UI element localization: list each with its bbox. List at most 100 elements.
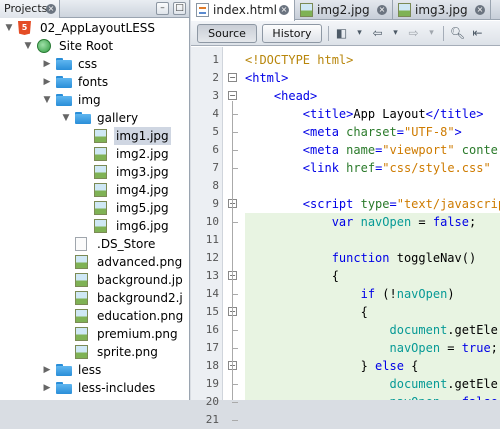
tab-img2-jpg[interactable]: img2.jpg × bbox=[295, 0, 393, 20]
collapsed-arrow-icon[interactable]: ▶ bbox=[42, 73, 52, 91]
code-token: } bbox=[245, 359, 376, 373]
code-token: = bbox=[396, 125, 404, 139]
tab-img3-jpg[interactable]: img3.jpg × bbox=[393, 0, 491, 20]
code-token: </title> bbox=[425, 107, 484, 121]
back-icon[interactable]: ⇦ bbox=[369, 25, 386, 42]
code-line: { bbox=[245, 303, 368, 321]
close-icon[interactable]: × bbox=[475, 5, 485, 15]
tree-item[interactable]: img4.jpg bbox=[0, 181, 189, 199]
tree-item[interactable]: ▶ less-includes bbox=[0, 379, 189, 397]
code-token: = bbox=[411, 215, 433, 229]
tab-index-html[interactable]: index.html × bbox=[191, 0, 295, 21]
line-number: 14 bbox=[205, 287, 219, 300]
line-number: 4 bbox=[212, 107, 219, 120]
search-icon[interactable]: 🔍︎ bbox=[449, 25, 466, 42]
image-file-icon bbox=[75, 273, 91, 287]
projects-tab[interactable]: Projects × bbox=[0, 0, 60, 18]
tree-item[interactable]: education.png bbox=[0, 307, 189, 325]
collapsed-arrow-icon[interactable]: ▶ bbox=[42, 55, 52, 73]
tree-item[interactable]: background2.j bbox=[0, 289, 189, 307]
expanded-arrow-icon[interactable]: ▼ bbox=[61, 109, 71, 127]
code-token: navOpen bbox=[360, 215, 412, 229]
close-icon[interactable]: × bbox=[46, 4, 56, 14]
code-token: toggleNav() bbox=[396, 251, 477, 265]
fold-toggle-icon[interactable]: − bbox=[228, 91, 237, 100]
folder-icon bbox=[56, 381, 72, 395]
tree-item[interactable]: img3.jpg bbox=[0, 163, 189, 181]
code-token: = bbox=[440, 395, 462, 400]
code-token: navOpen bbox=[389, 341, 441, 355]
forward-icon[interactable]: ⇨ bbox=[405, 25, 422, 42]
tree-item-label: .DS_Store bbox=[97, 237, 156, 251]
folder-icon bbox=[56, 363, 72, 377]
tree-item[interactable]: premium.png bbox=[0, 325, 189, 343]
tree-item[interactable]: advanced.png bbox=[0, 253, 189, 271]
image-file-icon bbox=[75, 327, 91, 341]
tree-item[interactable]: ▼ gallery bbox=[0, 109, 189, 127]
tree-item[interactable]: ▶ css bbox=[0, 55, 189, 73]
image-file-icon bbox=[75, 309, 91, 323]
chevron-down-icon[interactable]: ▾ bbox=[423, 25, 440, 42]
image-file-icon bbox=[398, 3, 411, 17]
maximize-icon[interactable]: □ bbox=[173, 2, 186, 15]
code-token: { bbox=[245, 269, 339, 283]
tree-item-label: education.png bbox=[97, 309, 184, 323]
tab-label: img3.jpg bbox=[415, 3, 468, 17]
tree-item[interactable]: ▼ Site Root bbox=[0, 37, 189, 55]
history-button[interactable]: History bbox=[262, 24, 322, 43]
source-button[interactable]: Source bbox=[197, 24, 257, 43]
projects-tab-label: Projects bbox=[4, 2, 48, 15]
code-token: > bbox=[454, 125, 462, 139]
line-number: 7 bbox=[212, 161, 219, 174]
code-token: true bbox=[461, 341, 491, 355]
tree-item[interactable]: img2.jpg bbox=[0, 145, 189, 163]
tree-item[interactable]: .DS_Store bbox=[0, 235, 189, 253]
tree-item[interactable]: background.jp bbox=[0, 271, 189, 289]
tree-item[interactable]: ▼ 5 02_AppLayoutLESS bbox=[0, 19, 189, 37]
collapsed-arrow-icon[interactable]: ▶ bbox=[42, 379, 52, 397]
expanded-arrow-icon[interactable]: ▼ bbox=[23, 37, 33, 55]
code-token: <meta bbox=[302, 143, 347, 157]
code-line: <!DOCTYPE html> bbox=[245, 51, 353, 69]
tree-item-label: background.jp bbox=[97, 273, 183, 287]
fold-toggle-icon[interactable]: − bbox=[228, 73, 237, 82]
close-icon[interactable]: × bbox=[377, 5, 387, 15]
line-number: 9 bbox=[212, 197, 219, 210]
tree-item[interactable]: ▶ less bbox=[0, 361, 189, 379]
code-line: <script type="text/javascrip bbox=[245, 195, 500, 213]
tab-label: img2.jpg bbox=[317, 3, 370, 17]
expanded-arrow-icon[interactable]: ▼ bbox=[42, 91, 52, 109]
tree-item-label: premium.png bbox=[97, 327, 178, 341]
minimize-icon[interactable]: – bbox=[156, 2, 169, 15]
code-area[interactable]: <!DOCTYPE html> <html> <head> <title>App … bbox=[245, 47, 500, 400]
tree-item[interactable]: ▼ img bbox=[0, 91, 189, 109]
chevron-down-icon[interactable]: ▾ bbox=[387, 25, 404, 42]
tree-item[interactable]: img1.jpg bbox=[0, 127, 189, 145]
code-token: document bbox=[389, 377, 448, 391]
code-token: navOpen bbox=[390, 395, 441, 400]
image-file-icon bbox=[94, 147, 110, 161]
find-previous-icon[interactable]: ⇤ bbox=[469, 25, 486, 42]
tree-item[interactable]: img5.jpg bbox=[0, 199, 189, 217]
globe-icon bbox=[37, 39, 53, 53]
projects-tab-bar: Projects × – □ bbox=[0, 0, 189, 18]
projects-panel: Projects × – □ ▼ 5 02_AppLayoutLESS ▼ Site R… bbox=[0, 0, 190, 400]
tree-item[interactable]: img6.jpg bbox=[0, 217, 189, 235]
tree-item[interactable]: ▶ fonts bbox=[0, 73, 189, 91]
fold-guide-tick bbox=[232, 330, 238, 331]
expanded-arrow-icon[interactable]: ▼ bbox=[4, 19, 14, 37]
code-token: "UTF-8" bbox=[403, 125, 455, 139]
collapsed-arrow-icon[interactable]: ▶ bbox=[42, 361, 52, 379]
last-edit-icon[interactable]: ◧ bbox=[333, 25, 350, 42]
code-line: if (!navOpen) bbox=[245, 285, 455, 303]
line-number: 20 bbox=[205, 395, 219, 408]
close-icon[interactable]: × bbox=[279, 5, 289, 15]
code-token: (! bbox=[382, 287, 397, 301]
chevron-down-icon[interactable]: ▾ bbox=[351, 25, 368, 42]
tree-item[interactable]: sprite.png bbox=[0, 343, 189, 361]
line-number: 2 bbox=[212, 71, 219, 84]
